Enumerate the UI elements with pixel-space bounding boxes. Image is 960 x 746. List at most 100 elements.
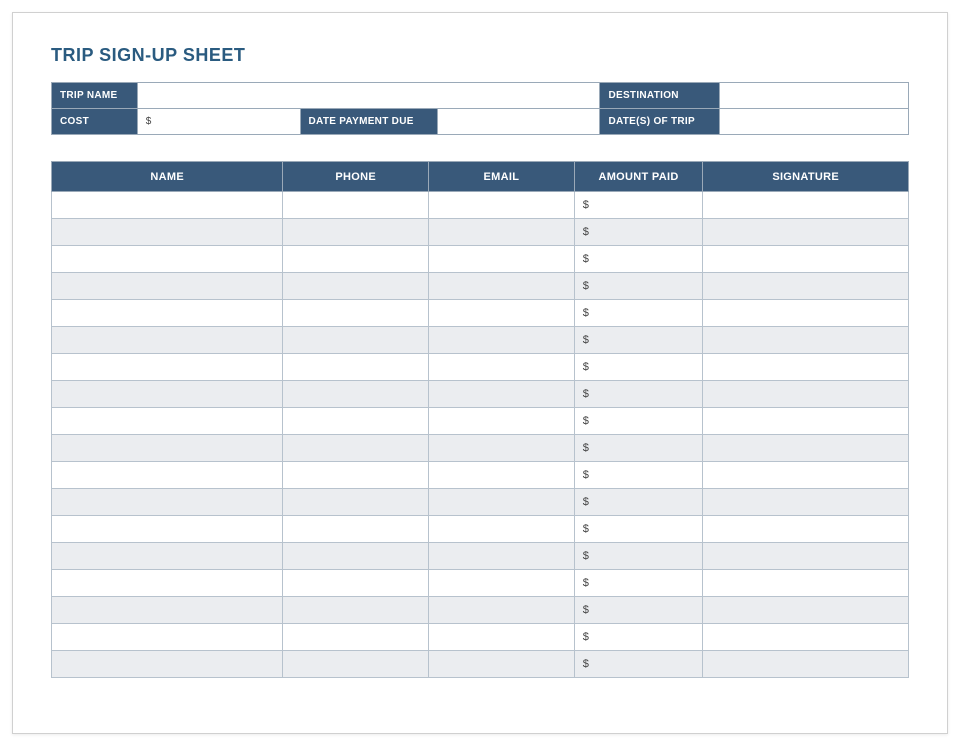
cost-label: COST (52, 109, 138, 135)
cell-phone[interactable] (283, 435, 429, 462)
cell-phone[interactable] (283, 651, 429, 678)
cell-name[interactable] (52, 192, 283, 219)
cell-phone[interactable] (283, 381, 429, 408)
cell-signature[interactable] (703, 462, 909, 489)
cell-email[interactable] (429, 246, 575, 273)
cell-phone[interactable] (283, 192, 429, 219)
cell-email[interactable] (429, 435, 575, 462)
cell-amount[interactable]: $ (574, 597, 703, 624)
cell-name[interactable] (52, 489, 283, 516)
cell-signature[interactable] (703, 597, 909, 624)
cell-name[interactable] (52, 516, 283, 543)
cell-signature[interactable] (703, 381, 909, 408)
destination-value[interactable] (720, 83, 909, 109)
cell-email[interactable] (429, 327, 575, 354)
cell-name[interactable] (52, 408, 283, 435)
cell-phone[interactable] (283, 408, 429, 435)
cell-phone[interactable] (283, 489, 429, 516)
cell-email[interactable] (429, 219, 575, 246)
cell-signature[interactable] (703, 219, 909, 246)
cell-amount[interactable]: $ (574, 219, 703, 246)
payment-due-value[interactable] (437, 109, 600, 135)
dates-value[interactable] (720, 109, 909, 135)
cell-name[interactable] (52, 246, 283, 273)
cell-signature[interactable] (703, 300, 909, 327)
cell-signature[interactable] (703, 516, 909, 543)
cell-phone[interactable] (283, 597, 429, 624)
cell-phone[interactable] (283, 516, 429, 543)
cell-email[interactable] (429, 408, 575, 435)
cell-name[interactable] (52, 543, 283, 570)
cell-phone[interactable] (283, 300, 429, 327)
cell-name[interactable] (52, 462, 283, 489)
cell-email[interactable] (429, 597, 575, 624)
cell-signature[interactable] (703, 489, 909, 516)
cell-email[interactable] (429, 300, 575, 327)
cell-phone[interactable] (283, 354, 429, 381)
cell-name[interactable] (52, 597, 283, 624)
cell-amount[interactable]: $ (574, 489, 703, 516)
cell-phone[interactable] (283, 570, 429, 597)
cell-amount[interactable]: $ (574, 273, 703, 300)
cell-amount[interactable]: $ (574, 543, 703, 570)
cost-value[interactable]: $ (137, 109, 300, 135)
cell-name[interactable] (52, 624, 283, 651)
cell-phone[interactable] (283, 462, 429, 489)
cell-signature[interactable] (703, 246, 909, 273)
cell-amount[interactable]: $ (574, 516, 703, 543)
cell-amount[interactable]: $ (574, 624, 703, 651)
cell-email[interactable] (429, 624, 575, 651)
cell-email[interactable] (429, 543, 575, 570)
cell-name[interactable] (52, 273, 283, 300)
cell-name[interactable] (52, 219, 283, 246)
cell-name[interactable] (52, 354, 283, 381)
cell-amount[interactable]: $ (574, 354, 703, 381)
cell-amount[interactable]: $ (574, 408, 703, 435)
cell-signature[interactable] (703, 273, 909, 300)
cell-name[interactable] (52, 570, 283, 597)
cell-signature[interactable] (703, 624, 909, 651)
cell-email[interactable] (429, 354, 575, 381)
cell-email[interactable] (429, 570, 575, 597)
destination-label: DESTINATION (600, 83, 720, 109)
cell-amount[interactable]: $ (574, 246, 703, 273)
cell-email[interactable] (429, 651, 575, 678)
cell-name[interactable] (52, 327, 283, 354)
cell-phone[interactable] (283, 273, 429, 300)
cell-signature[interactable] (703, 651, 909, 678)
cell-amount[interactable]: $ (574, 435, 703, 462)
cell-phone[interactable] (283, 327, 429, 354)
cell-amount[interactable]: $ (574, 570, 703, 597)
trip-meta-table: TRIP NAME DESTINATION COST $ DATE PAYMEN… (51, 82, 909, 135)
table-header-row: NAME PHONE EMAIL AMOUNT PAID SIGNATURE (52, 162, 909, 192)
cell-name[interactable] (52, 651, 283, 678)
cell-amount[interactable]: $ (574, 327, 703, 354)
cell-signature[interactable] (703, 327, 909, 354)
cell-email[interactable] (429, 192, 575, 219)
cell-email[interactable] (429, 462, 575, 489)
cell-amount[interactable]: $ (574, 462, 703, 489)
cell-name[interactable] (52, 300, 283, 327)
cell-phone[interactable] (283, 246, 429, 273)
cell-phone[interactable] (283, 543, 429, 570)
cell-email[interactable] (429, 381, 575, 408)
cell-signature[interactable] (703, 543, 909, 570)
cell-email[interactable] (429, 489, 575, 516)
cell-email[interactable] (429, 516, 575, 543)
cell-signature[interactable] (703, 192, 909, 219)
cell-signature[interactable] (703, 435, 909, 462)
trip-name-value[interactable] (137, 83, 600, 109)
cell-name[interactable] (52, 435, 283, 462)
cell-signature[interactable] (703, 354, 909, 381)
cell-signature[interactable] (703, 408, 909, 435)
cell-signature[interactable] (703, 570, 909, 597)
cell-email[interactable] (429, 273, 575, 300)
cell-name[interactable] (52, 381, 283, 408)
cell-amount[interactable]: $ (574, 192, 703, 219)
cell-phone[interactable] (283, 624, 429, 651)
table-row: $ (52, 651, 909, 678)
cell-phone[interactable] (283, 219, 429, 246)
cell-amount[interactable]: $ (574, 381, 703, 408)
cell-amount[interactable]: $ (574, 651, 703, 678)
cell-amount[interactable]: $ (574, 300, 703, 327)
